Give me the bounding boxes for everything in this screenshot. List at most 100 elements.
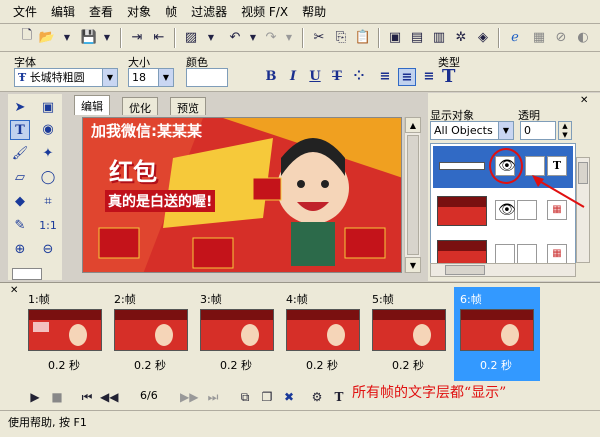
paste-icon[interactable]: 📋 bbox=[354, 28, 372, 46]
redo-dropdown-icon[interactable]: ▼ bbox=[280, 28, 298, 46]
eyedropper-icon[interactable]: ✎ bbox=[10, 216, 30, 236]
select-rect-icon[interactable]: ▣ bbox=[38, 98, 58, 118]
layer-blank-cell[interactable] bbox=[517, 244, 537, 264]
underline-button[interactable]: U bbox=[306, 68, 324, 86]
import-icon[interactable]: ⇥ bbox=[128, 28, 146, 46]
color-swatch[interactable] bbox=[186, 68, 228, 87]
open-folder-icon[interactable]: 📂 bbox=[38, 28, 56, 46]
zoom-out-icon[interactable]: ⊖ bbox=[38, 240, 58, 260]
frame-4[interactable]: 4:帧 0.2 秒 bbox=[280, 287, 364, 381]
tools-icon[interactable]: ✲ bbox=[452, 28, 470, 46]
frame-1[interactable]: 1:帧 0.2 秒 bbox=[22, 287, 106, 381]
transparency-spinner[interactable]: ▲ ▼ bbox=[558, 121, 572, 140]
image-dropdown-icon[interactable]: ▼ bbox=[202, 28, 220, 46]
align-right-icon[interactable]: ≡ bbox=[420, 68, 438, 86]
export-icon[interactable]: ⇤ bbox=[150, 28, 168, 46]
color-indicator[interactable] bbox=[12, 268, 42, 280]
frame-2[interactable]: 2:帧 0.2 秒 bbox=[108, 287, 192, 381]
actual-size-icon[interactable]: 1:1 bbox=[38, 216, 58, 236]
image-icon[interactable]: ▨ bbox=[182, 28, 200, 46]
new-file-icon[interactable]: 🗋 bbox=[18, 28, 36, 46]
align-left-icon[interactable]: ≡ bbox=[376, 68, 394, 86]
display-objects-select[interactable]: All Objects ▼ bbox=[430, 121, 514, 140]
menu-edit[interactable]: 编辑 bbox=[44, 1, 82, 23]
scroll-up-icon[interactable]: ▲ bbox=[405, 117, 421, 133]
text-settings-icon[interactable]: ⁘ bbox=[350, 68, 368, 86]
menu-view[interactable]: 查看 bbox=[82, 1, 120, 23]
open-dropdown-icon[interactable]: ▼ bbox=[58, 28, 76, 46]
strikethrough-button[interactable]: T bbox=[328, 68, 346, 86]
italic-button[interactable]: I bbox=[284, 68, 302, 86]
frame-crop-icon[interactable]: ▥ bbox=[430, 28, 448, 46]
frame-3[interactable]: 3:帧 0.2 秒 bbox=[194, 287, 278, 381]
font-select[interactable]: Ŧ 长城特粗圆 ▼ bbox=[14, 68, 118, 87]
chevron-down-icon[interactable]: ▼ bbox=[498, 122, 513, 139]
previous-frame-icon[interactable]: ◀◀ bbox=[100, 388, 118, 406]
last-frame-icon[interactable]: ⏭ bbox=[204, 388, 222, 406]
truetype-icon: Ŧ bbox=[18, 71, 27, 84]
crop-icon[interactable]: ⌗ bbox=[38, 192, 58, 212]
menu-object[interactable]: 对象 bbox=[120, 1, 158, 23]
chevron-down-icon[interactable]: ▼ bbox=[158, 69, 173, 86]
tab-preview[interactable]: 预览 bbox=[170, 97, 206, 115]
align-center-icon[interactable]: ≡ bbox=[398, 68, 416, 86]
frame-5[interactable]: 5:帧 0.2 秒 bbox=[366, 287, 450, 381]
browser-icon[interactable]: ℯ bbox=[506, 28, 524, 46]
close-icon[interactable]: ✕ bbox=[580, 95, 588, 106]
tab-optimize[interactable]: 优化 bbox=[122, 97, 158, 115]
first-frame-icon[interactable]: ⏮ bbox=[78, 388, 96, 406]
play-icon[interactable]: ▶ bbox=[26, 388, 44, 406]
copy-icon[interactable]: ⎘ bbox=[332, 28, 350, 46]
image-canvas[interactable]: 加我微信:某某某 红包 真的是白送的喔! bbox=[82, 117, 402, 273]
font-value: 长城特粗圆 bbox=[29, 71, 85, 84]
undo-dropdown-icon[interactable]: ▼ bbox=[244, 28, 262, 46]
add-text-frame-icon[interactable]: T bbox=[330, 388, 348, 406]
bold-button[interactable]: B bbox=[262, 68, 280, 86]
scroll-down-icon[interactable]: ▼ bbox=[405, 257, 421, 273]
insert-frame-icon[interactable]: ⧉ bbox=[236, 388, 254, 406]
magic-wand-icon[interactable]: ✦ bbox=[38, 144, 58, 164]
save-icon[interactable]: 💾 bbox=[80, 28, 98, 46]
delete-frame-icon[interactable]: ✖ bbox=[280, 388, 298, 406]
scroll-thumb[interactable] bbox=[445, 265, 485, 275]
text-tool-icon[interactable]: T bbox=[10, 120, 30, 140]
next-frame-icon[interactable]: ▶▶ bbox=[180, 388, 198, 406]
frame-6[interactable]: 6:帧 0.2 秒 bbox=[454, 287, 540, 381]
menu-help[interactable]: 帮助 bbox=[295, 1, 333, 23]
visibility-toggle[interactable] bbox=[495, 244, 515, 264]
scroll-thumb[interactable] bbox=[407, 135, 419, 255]
transparency-field[interactable]: 0 bbox=[520, 121, 556, 140]
lasso-icon[interactable]: ◯ bbox=[38, 168, 58, 188]
editor-vertical-scrollbar[interactable]: ▲ ▼ bbox=[404, 117, 421, 273]
select-arrow-icon[interactable]: ➤ bbox=[10, 98, 30, 118]
menu-file[interactable]: 文件 bbox=[6, 1, 44, 23]
globe-icon[interactable]: ◐ bbox=[574, 28, 592, 46]
duplicate-frame-icon[interactable]: ❐ bbox=[258, 388, 276, 406]
visibility-toggle[interactable]: 👁 bbox=[495, 200, 516, 220]
size-select[interactable]: 18 ▼ bbox=[128, 68, 174, 87]
cut-icon[interactable]: ✂ bbox=[310, 28, 328, 46]
save-dropdown-icon[interactable]: ▼ bbox=[98, 28, 116, 46]
eraser-icon[interactable]: ▱ bbox=[10, 168, 30, 188]
brush-icon[interactable]: 🖌 bbox=[10, 144, 30, 164]
redo-icon[interactable]: ↷ bbox=[262, 28, 280, 46]
text-type-icon[interactable]: T bbox=[442, 66, 455, 87]
fill-bucket-icon[interactable]: ◆ bbox=[10, 192, 30, 212]
chevron-down-icon[interactable]: ▼ bbox=[102, 69, 117, 86]
effects-icon[interactable]: ◈ bbox=[474, 28, 492, 46]
menu-video-fx[interactable]: 视频 F/X bbox=[234, 1, 295, 23]
rotate-tool-icon[interactable]: ◉ bbox=[38, 120, 58, 140]
frame-properties-icon[interactable]: ⚙ bbox=[308, 388, 326, 406]
grid-icon[interactable]: ▦ bbox=[530, 28, 548, 46]
zoom-in-icon[interactable]: ⊕ bbox=[10, 240, 30, 260]
object-list-hscrollbar[interactable] bbox=[430, 263, 576, 277]
menu-filter[interactable]: 过滤器 bbox=[184, 1, 234, 23]
stop-icon[interactable]: ■ bbox=[48, 388, 66, 406]
close-icon[interactable]: ✕ bbox=[10, 285, 18, 296]
frame-save-icon[interactable]: ▣ bbox=[386, 28, 404, 46]
frame-delete-icon[interactable]: ▤ bbox=[408, 28, 426, 46]
menu-frame[interactable]: 帧 bbox=[158, 1, 184, 23]
undo-icon[interactable]: ↶ bbox=[226, 28, 244, 46]
tab-edit[interactable]: 编辑 bbox=[74, 95, 110, 115]
stop-icon[interactable]: ⊘ bbox=[552, 28, 570, 46]
